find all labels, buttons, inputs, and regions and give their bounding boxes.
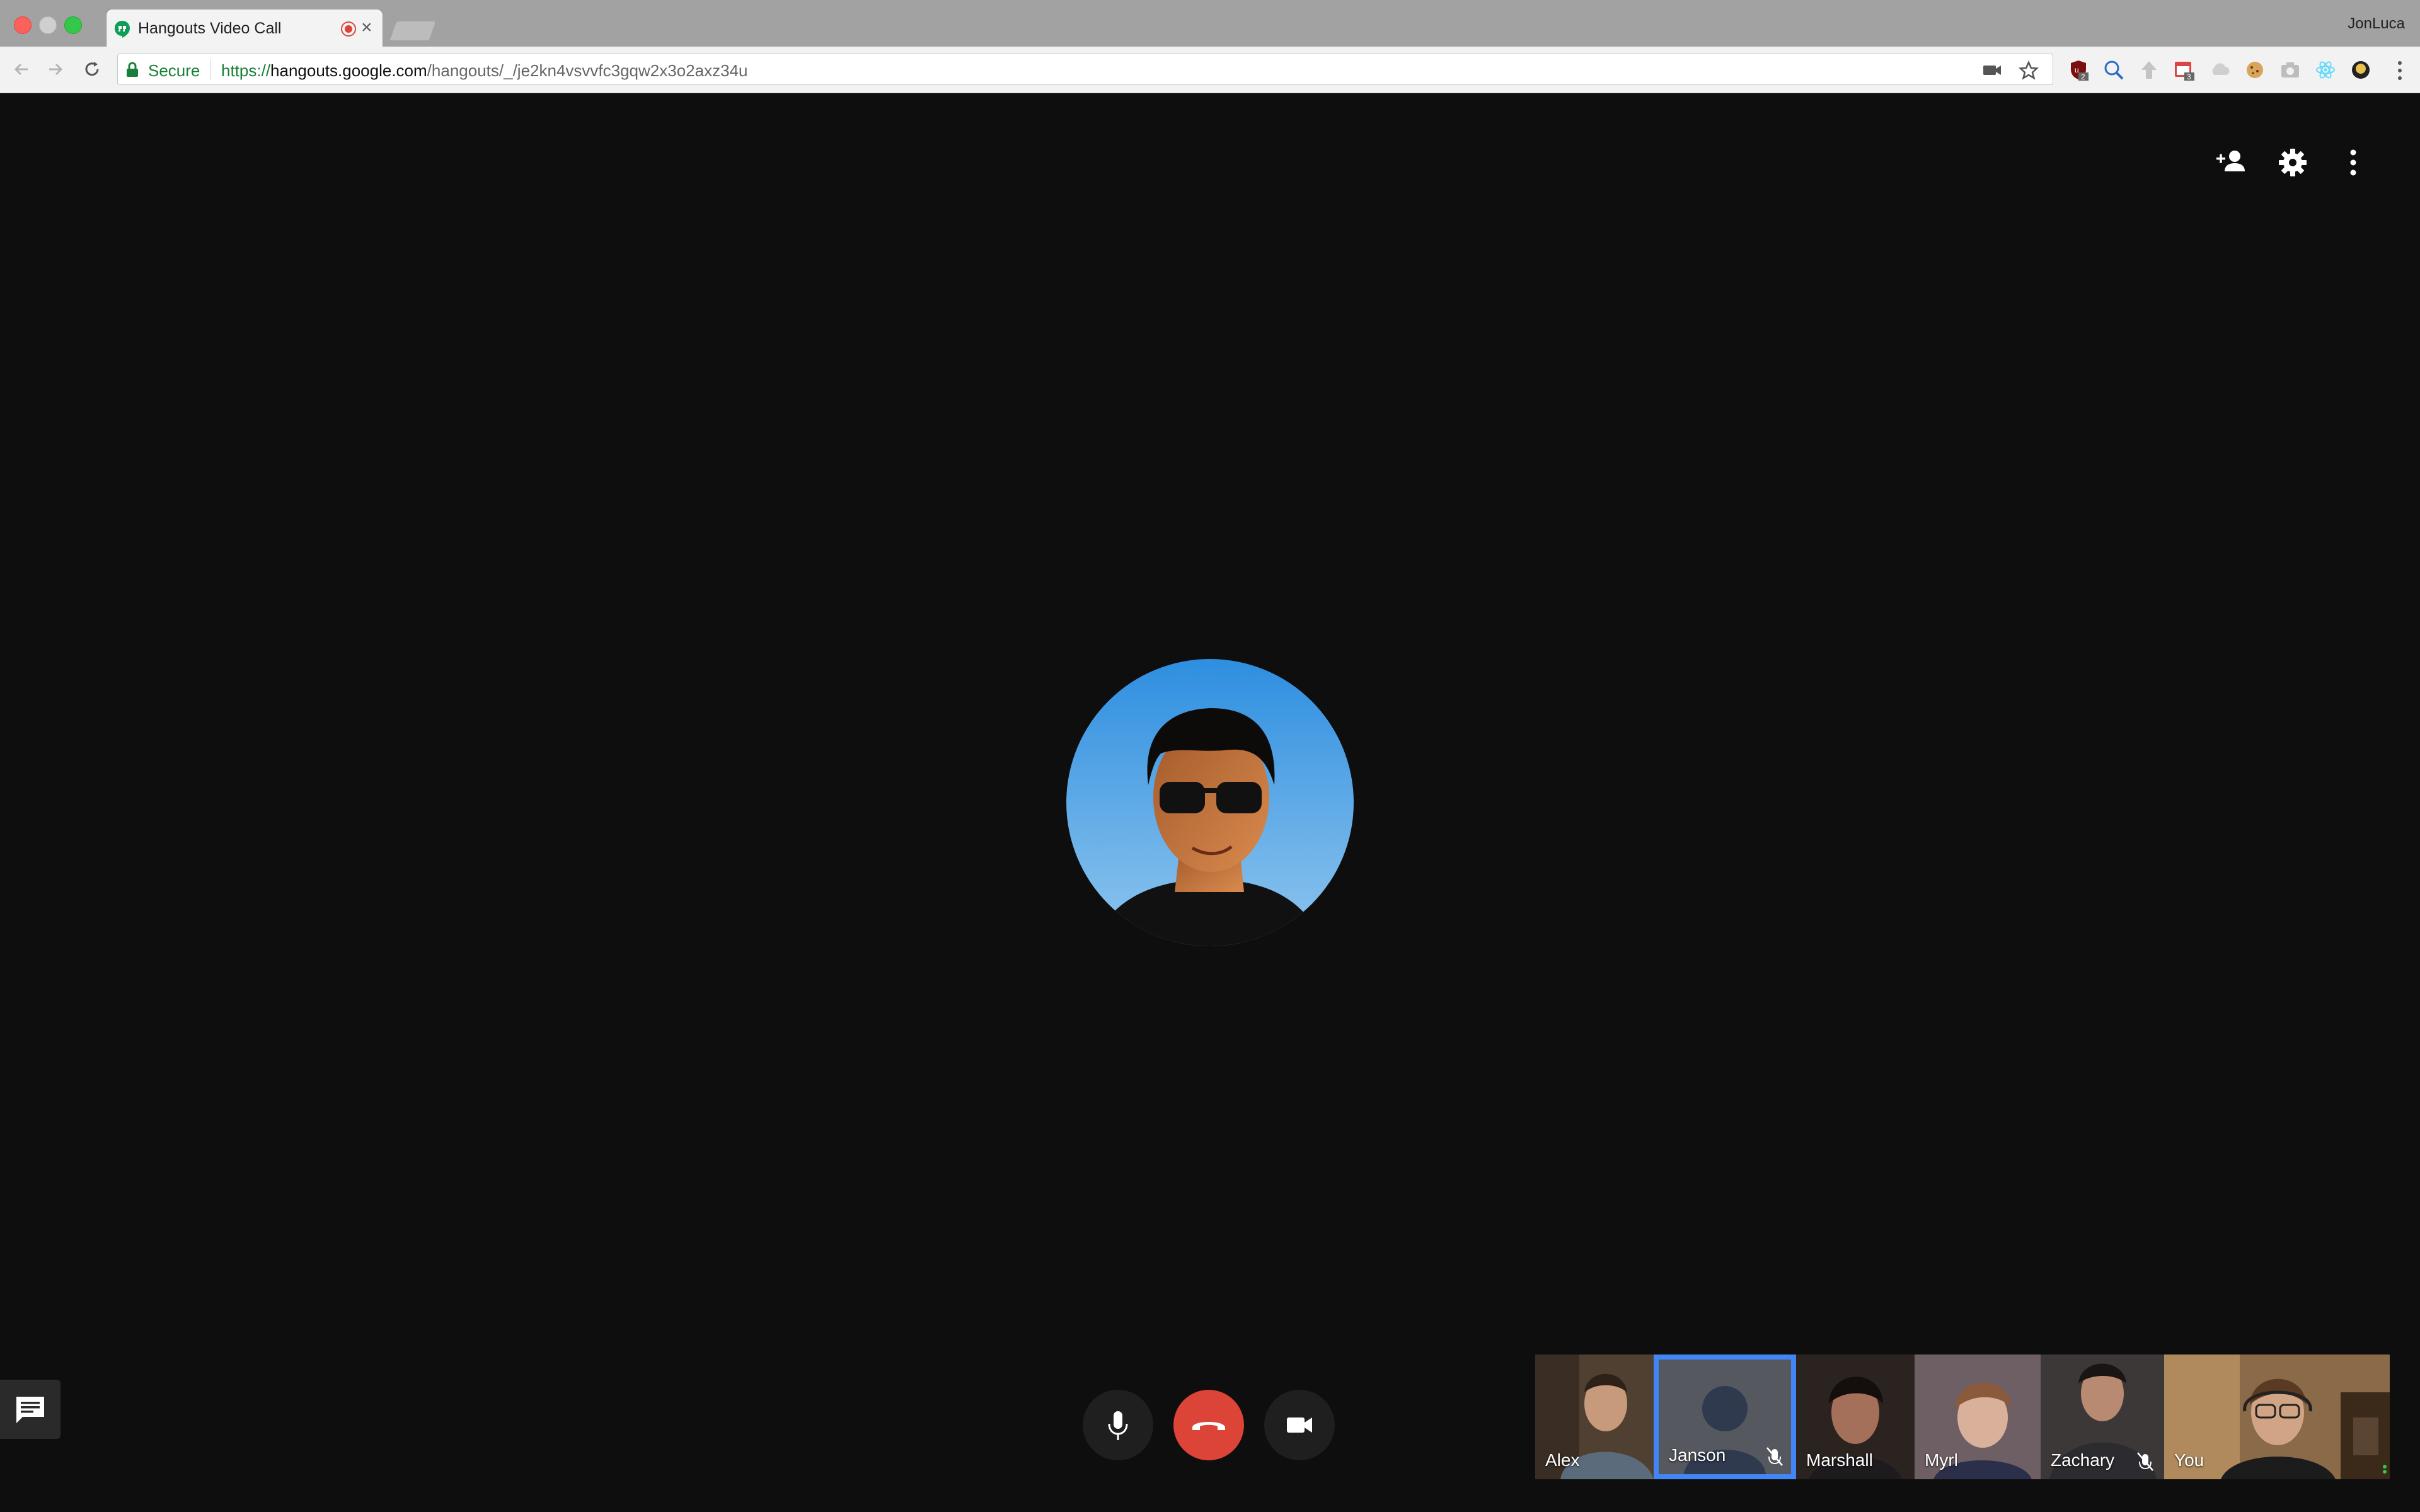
- camera-extension-icon[interactable]: [2279, 59, 2302, 81]
- svg-text:u: u: [2075, 66, 2079, 74]
- recording-indicator-icon: [341, 21, 356, 37]
- hangup-button[interactable]: [1173, 1390, 1244, 1460]
- participant-name: Marshall: [1806, 1450, 1873, 1470]
- browser-titlebar: Hangouts Video Call × JonLuca: [0, 0, 2420, 48]
- secure-label: Secure: [148, 61, 200, 80]
- add-person-icon[interactable]: [2211, 141, 2254, 184]
- participant-tile-active[interactable]: Janson: [1654, 1354, 1796, 1479]
- video-call-stage: Alex Janson Marshall Myrl Zachary You: [0, 93, 2420, 1512]
- url-host: hangouts.google.com: [270, 61, 427, 80]
- active-speaker-avatar: [1066, 659, 1354, 946]
- muted-mic-icon: [1766, 1447, 1783, 1466]
- participant-name: You: [2174, 1450, 2204, 1470]
- participant-filmstrip: Alex Janson Marshall Myrl Zachary You: [1535, 1354, 2390, 1479]
- videocam-icon: [1287, 1418, 1312, 1433]
- svg-text:2: 2: [2081, 72, 2085, 81]
- chat-button[interactable]: [0, 1380, 60, 1439]
- window-close-button[interactable]: [14, 16, 32, 34]
- muted-mic-icon: [2137, 1452, 2153, 1471]
- participant-tile[interactable]: Alex: [1535, 1354, 1654, 1479]
- forward-arrow-icon[interactable]: [44, 58, 67, 81]
- upload-extension-icon[interactable]: [2138, 59, 2160, 81]
- profile-extension-icon[interactable]: [2349, 59, 2372, 81]
- bookmark-star-icon[interactable]: [2019, 60, 2039, 81]
- tab-close-icon[interactable]: ×: [361, 18, 372, 37]
- url-text: https://hangouts.google.com/hangouts/_/j…: [221, 61, 747, 81]
- browser-tab-hangouts[interactable]: Hangouts Video Call ×: [106, 9, 383, 48]
- ublock-extension-icon[interactable]: u 2: [2067, 59, 2090, 81]
- participant-name: Zachary: [2051, 1450, 2115, 1470]
- profile-name[interactable]: JonLuca: [2348, 15, 2405, 33]
- calendar-extension-icon[interactable]: 3: [2173, 59, 2196, 81]
- participant-tile[interactable]: Myrl: [1915, 1354, 2041, 1479]
- hangup-icon: [1192, 1422, 1225, 1430]
- participant-name: Myrl: [1925, 1450, 1958, 1470]
- address-bar[interactable]: Secure https://hangouts.google.com/hango…: [117, 54, 2053, 85]
- participant-name: Janson: [1669, 1445, 1726, 1465]
- browser-menu-icon[interactable]: [2396, 59, 2404, 82]
- url-scheme: https://: [221, 61, 271, 80]
- camera-button[interactable]: [1264, 1390, 1335, 1460]
- browser-toolbar: Secure https://hangouts.google.com/hango…: [0, 47, 2420, 93]
- new-tab-button[interactable]: [389, 21, 436, 40]
- back-arrow-icon[interactable]: [10, 58, 33, 81]
- lock-icon: [127, 62, 138, 77]
- url-path: /hangouts/_/je2kn4vsvvfc3gqw2x3o2axz34u: [427, 61, 748, 80]
- react-extension-icon[interactable]: [2314, 59, 2337, 81]
- microphone-button[interactable]: [1083, 1390, 1153, 1460]
- cookie-extension-icon[interactable]: [2244, 59, 2266, 81]
- reload-icon[interactable]: [81, 58, 103, 81]
- settings-icon[interactable]: [2271, 141, 2314, 184]
- svg-text:3: 3: [2187, 72, 2191, 81]
- avatar-photo: [1066, 659, 1354, 946]
- window-maximize-button[interactable]: [64, 16, 82, 34]
- tab-title: Hangouts Video Call: [138, 20, 282, 37]
- camera-permission-icon[interactable]: [1982, 61, 2002, 79]
- more-vert-icon[interactable]: [2332, 141, 2375, 184]
- chat-icon: [16, 1397, 44, 1423]
- participant-tile[interactable]: Marshall: [1796, 1354, 1915, 1479]
- cloud-extension-icon[interactable]: [2208, 59, 2231, 81]
- microphone-icon: [1108, 1411, 1128, 1440]
- participant-name: Alex: [1545, 1450, 1580, 1470]
- magnifier-extension-icon[interactable]: [2102, 59, 2125, 81]
- participant-tile[interactable]: Zachary: [2041, 1354, 2164, 1479]
- participant-tile-self[interactable]: You: [2164, 1354, 2390, 1479]
- hangouts-favicon-icon: [115, 21, 130, 38]
- window-minimize-button[interactable]: [39, 16, 57, 34]
